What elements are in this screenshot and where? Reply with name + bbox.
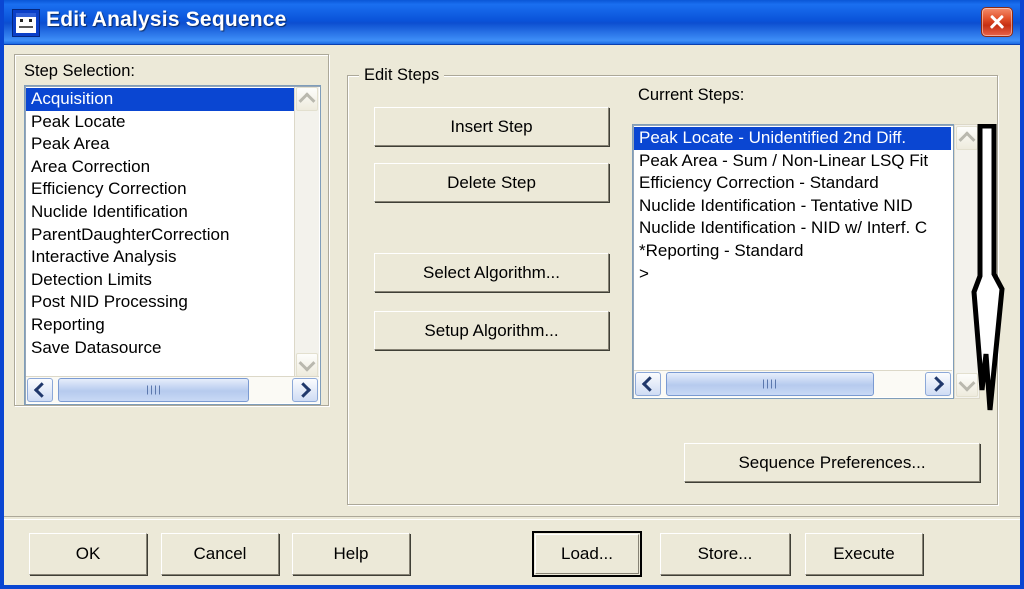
list-item[interactable]: Peak Area (26, 133, 294, 156)
scroll-right-icon[interactable] (292, 378, 318, 402)
close-icon[interactable] (981, 7, 1013, 37)
setup-algorithm-button[interactable]: Setup Algorithm... (374, 311, 609, 350)
list-item[interactable]: Save Datasource (26, 337, 294, 360)
footer-divider (4, 516, 1020, 520)
list-item[interactable]: Nuclide Identification (26, 201, 294, 224)
select-algorithm-button[interactable]: Select Algorithm... (374, 253, 609, 292)
dialog-window: Edit Analysis Sequence Step Selection: A… (0, 0, 1024, 589)
list-item[interactable]: Efficiency Correction (26, 178, 294, 201)
sequence-preferences-button[interactable]: Sequence Preferences... (684, 443, 980, 482)
hscroll-thumb[interactable] (58, 378, 249, 402)
analysis-window-icon (12, 9, 40, 37)
list-item[interactable]: > (634, 263, 951, 286)
insert-step-button[interactable]: Insert Step (374, 107, 609, 146)
scroll-right-icon[interactable] (925, 372, 951, 396)
list-item[interactable]: Nuclide Identification - Tentative NID (634, 195, 951, 218)
current-steps-horizontal-scrollbar[interactable] (634, 370, 952, 397)
select-algorithm-label: Select Algorithm... (422, 262, 560, 282)
step-selection-horizontal-scrollbar[interactable] (26, 376, 319, 403)
current-steps-listbox[interactable]: Peak Locate - Unidentified 2nd Diff. Peak… (632, 124, 954, 399)
mouse-cursor (971, 124, 1005, 411)
delete-step-label: Delete Step (447, 172, 536, 192)
list-item[interactable]: Peak Area - Sum / Non-Linear LSQ Fit (634, 150, 951, 173)
list-item[interactable]: *Reporting - Standard (634, 240, 951, 263)
execute-label: Execute (833, 544, 895, 563)
list-item[interactable]: Post NID Processing (26, 291, 294, 314)
insert-step-label: Insert Step (450, 116, 533, 136)
ok-button[interactable]: OK (29, 533, 147, 575)
cancel-button[interactable]: Cancel (161, 533, 279, 575)
list-item[interactable]: ParentDaughterCorrection (26, 224, 294, 247)
scroll-left-icon[interactable] (27, 378, 53, 402)
list-item[interactable]: Nuclide Identification - NID w/ Interf. … (634, 217, 951, 240)
list-item[interactable]: Interactive Analysis (26, 246, 294, 269)
ok-label: OK (75, 544, 101, 563)
step-selection-listbox[interactable]: Acquisition Peak Locate Peak Area Area Corr… (24, 85, 321, 405)
edit-steps-group-title: Edit Steps (359, 66, 445, 85)
help-button[interactable]: Help (292, 533, 410, 575)
scroll-left-icon[interactable] (635, 372, 661, 396)
scroll-down-icon[interactable] (296, 353, 318, 377)
store-button[interactable]: Store... (660, 533, 790, 575)
store-label: Store... (697, 544, 753, 563)
hscroll-thumb[interactable] (666, 372, 874, 396)
list-item[interactable]: Peak Locate - Unidentified 2nd Diff. (634, 127, 951, 150)
list-item[interactable]: Peak Locate (26, 111, 294, 134)
list-item[interactable]: Acquisition (26, 88, 294, 111)
load-button[interactable]: Load... (532, 531, 642, 577)
setup-algorithm-label: Setup Algorithm... (424, 320, 559, 340)
step-selection-label: Step Selection: (24, 62, 135, 80)
step-selection-vertical-scrollbar[interactable] (294, 87, 319, 377)
list-item[interactable]: Area Correction (26, 156, 294, 179)
delete-step-button[interactable]: Delete Step (374, 163, 609, 202)
list-item[interactable]: Reporting (26, 314, 294, 337)
title-bar: Edit Analysis Sequence (4, 0, 1020, 45)
list-item[interactable]: Efficiency Correction - Standard (634, 172, 951, 195)
execute-button[interactable]: Execute (805, 533, 923, 575)
sequence-preferences-label: Sequence Preferences... (738, 452, 926, 472)
current-steps-label: Current Steps: (638, 86, 745, 104)
help-label: Help (333, 544, 369, 563)
list-item[interactable]: Detection Limits (26, 269, 294, 292)
cancel-label: Cancel (193, 544, 247, 563)
scroll-up-icon[interactable] (296, 87, 318, 111)
load-label: Load... (561, 544, 613, 563)
window-title: Edit Analysis Sequence (46, 8, 287, 31)
